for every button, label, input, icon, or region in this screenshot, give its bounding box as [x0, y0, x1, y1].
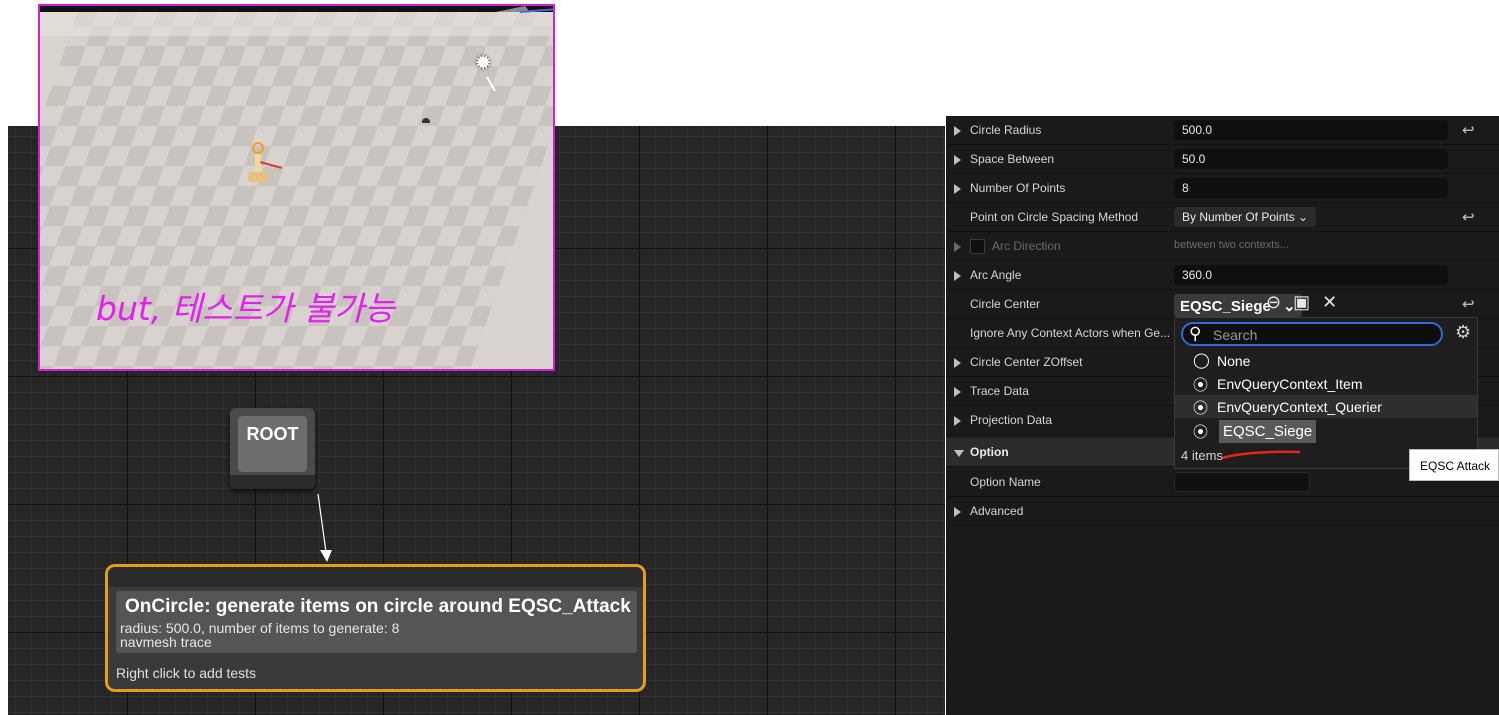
- dropdown-item-envquerycontext-item[interactable]: ⦿ EnvQueryContext_Item: [1175, 372, 1477, 395]
- use-selected-icon[interactable]: ⊖: [1266, 292, 1281, 312]
- collapse-arrow-icon[interactable]: [954, 450, 964, 457]
- row-arc-direction: Arc Direction between two contexts...: [946, 232, 1499, 261]
- light-source-icon: ✹: [474, 50, 493, 75]
- editor-window: ✹ but, 테스트가 불가능 ROOT OnCircle: generate …: [0, 0, 1499, 715]
- expand-arrow-icon[interactable]: [954, 126, 961, 136]
- clear-icon[interactable]: ✕: [1322, 292, 1337, 312]
- expand-arrow-icon[interactable]: [954, 271, 961, 281]
- item-count: 4 items: [1181, 448, 1223, 463]
- generator-node-body: OnCircle: generate items on circle aroun…: [116, 591, 637, 653]
- dropdown-item-label: EnvQueryContext_Item: [1217, 376, 1363, 392]
- expand-arrow-icon[interactable]: [954, 416, 961, 426]
- row-advanced: Advanced: [946, 497, 1499, 526]
- red-underline-annotation: [1221, 450, 1301, 460]
- search-placeholder: Search: [1213, 327, 1258, 343]
- generator-node-input-pin[interactable]: [108, 567, 643, 587]
- viewport-caption: but, 테스트가 불가능: [96, 289, 395, 328]
- spacing-method-dropdown[interactable]: By Number Of Points ⌄: [1174, 207, 1317, 227]
- expand-arrow-icon[interactable]: [954, 184, 961, 194]
- dropdown-item-eqsc-siege[interactable]: ⦿ EQSC_Siege: [1175, 419, 1477, 443]
- property-label: Point on Circle Spacing Method: [970, 210, 1139, 224]
- generator-desc-line1: radius: 500.0, number of items to genera…: [120, 620, 400, 636]
- property-label: Advanced: [970, 504, 1024, 518]
- property-label: Option Name: [970, 475, 1041, 489]
- search-icon: ⚲: [1189, 324, 1202, 343]
- property-label: Ignore Any Context Actors when Ge...: [970, 326, 1171, 340]
- row-number-of-points: Number Of Points 8: [946, 174, 1499, 203]
- property-label: Arc Direction: [992, 239, 1061, 253]
- tooltip: EQSC Attack: [1409, 449, 1499, 481]
- viewport-preview: ✹ but, 테스트가 불가능: [38, 4, 555, 371]
- circle-radius-field[interactable]: 500.0: [1174, 120, 1448, 140]
- root-node-output-pin[interactable]: [230, 475, 315, 489]
- expand-arrow-icon[interactable]: [954, 507, 961, 517]
- reset-to-default-icon[interactable]: ↩: [1462, 121, 1475, 139]
- gear-icon[interactable]: ⚙: [1455, 322, 1471, 343]
- dropdown-item-envquerycontext-querier[interactable]: ⦿ EnvQueryContext_Querier: [1175, 395, 1477, 418]
- property-label: Number Of Points: [970, 181, 1066, 195]
- property-label: Circle Center ZOffset: [970, 355, 1083, 369]
- property-label: Projection Data: [970, 413, 1053, 427]
- search-input[interactable]: ⚲ Search: [1181, 322, 1443, 346]
- number-of-points-field[interactable]: 8: [1174, 178, 1448, 198]
- circle-icon: ◯: [1193, 352, 1210, 369]
- dropdown-item-label: EnvQueryContext_Querier: [1217, 399, 1382, 415]
- row-arc-angle: Arc Angle 360.0: [946, 261, 1499, 290]
- row-space-between: Space Between 50.0: [946, 145, 1499, 174]
- circle-center-actions: ⊖ ▣ ✕: [1266, 292, 1349, 313]
- expand-arrow-icon[interactable]: [954, 387, 961, 397]
- arc-direction-checkbox[interactable]: [970, 239, 985, 254]
- dropdown-item-label: None: [1217, 353, 1251, 369]
- generator-title: OnCircle: generate items on circle aroun…: [125, 596, 631, 617]
- space-between-field[interactable]: 50.0: [1174, 149, 1448, 169]
- context-icon: ⦿: [1193, 377, 1209, 394]
- generator-description: radius: 500.0, number of items to genera…: [120, 621, 399, 649]
- property-label: Circle Radius: [970, 123, 1042, 137]
- root-node[interactable]: ROOT: [230, 408, 315, 489]
- small-marker: [422, 118, 430, 123]
- expand-arrow-icon[interactable]: [954, 358, 961, 368]
- property-label: Trace Data: [970, 384, 1029, 398]
- arc-direction-value: between two contexts...: [1174, 239, 1289, 251]
- dropdown-item-none[interactable]: ◯ None: [1175, 349, 1477, 372]
- section-label: Option: [970, 445, 1009, 459]
- circle-center-value: EQSC_Siege: [1180, 298, 1271, 315]
- expand-arrow-icon[interactable]: [954, 242, 961, 252]
- context-icon: ⦿: [1193, 424, 1209, 441]
- row-circle-center: Circle Center EQSC_Siege ⌄ ⊖ ▣ ✕ ↩: [946, 290, 1499, 319]
- browse-asset-icon[interactable]: ▣: [1293, 292, 1310, 312]
- expand-arrow-icon[interactable]: [954, 155, 961, 165]
- property-label: Space Between: [970, 152, 1055, 166]
- row-spacing-method: Point on Circle Spacing Method By Number…: [946, 203, 1499, 232]
- arc-angle-field[interactable]: 360.0: [1174, 265, 1448, 285]
- add-tests-hint: Right click to add tests: [116, 665, 257, 681]
- reset-to-default-icon[interactable]: ↩: [1462, 208, 1475, 226]
- context-icon: ⦿: [1193, 400, 1209, 417]
- generator-node[interactable]: OnCircle: generate items on circle aroun…: [105, 564, 646, 692]
- root-node-label: ROOT: [246, 424, 299, 444]
- dropdown-item-label: EQSC_Siege: [1219, 420, 1317, 443]
- row-circle-radius: Circle Radius 500.0 ↩: [946, 116, 1499, 145]
- option-name-field[interactable]: [1174, 472, 1310, 492]
- generator-desc-line2: navmesh trace: [120, 634, 212, 650]
- pawn-actor-icon: [246, 142, 282, 184]
- property-label: Circle Center: [970, 297, 1041, 311]
- property-label: Arc Angle: [970, 268, 1022, 282]
- context-picker-dropdown: ⚲ Search ⚙ ◯ None ⦿ EnvQueryContext_Item…: [1174, 317, 1478, 469]
- reset-to-default-icon[interactable]: ↩: [1462, 295, 1475, 313]
